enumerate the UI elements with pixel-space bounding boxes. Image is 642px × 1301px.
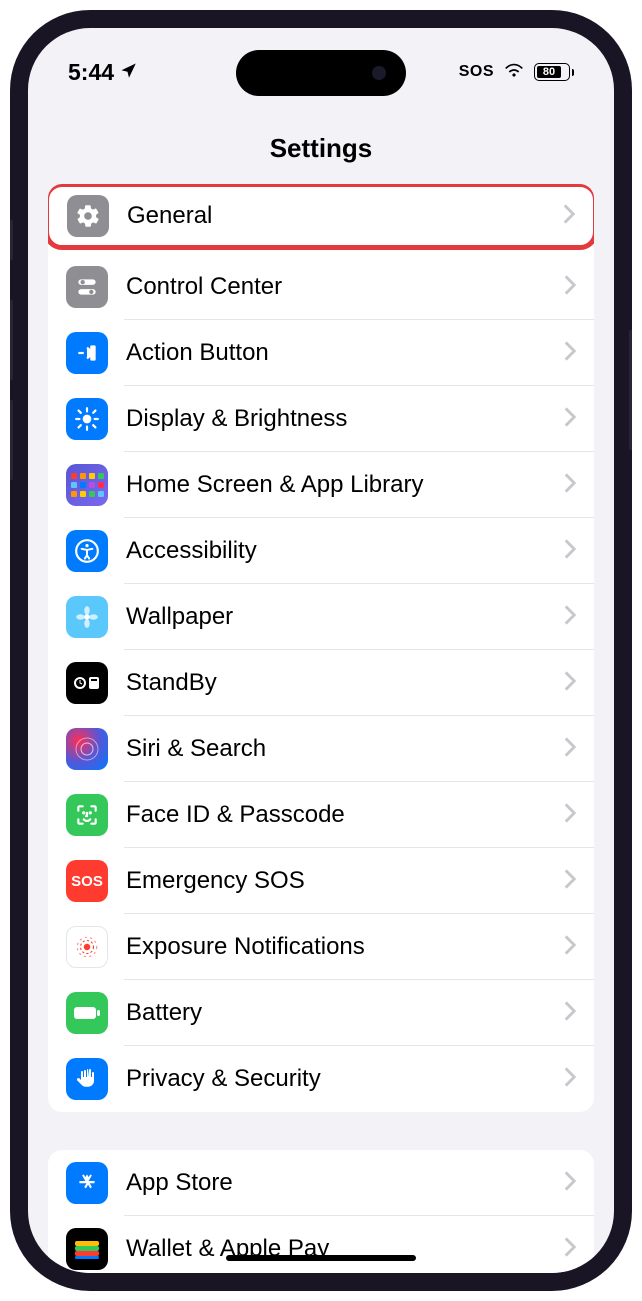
settings-row-standby[interactable]: StandBy [48,650,594,716]
status-time: 5:44 [68,59,114,86]
brightness-icon [66,398,108,440]
chevron-right-icon [564,1237,576,1262]
row-label: Siri & Search [126,735,546,763]
page-header: Settings [28,98,614,184]
chevron-right-icon [564,737,576,762]
sliders-icon [66,266,108,308]
chevron-right-icon [564,1067,576,1092]
row-label: Emergency SOS [126,867,546,895]
battery-percent: 80 [543,66,555,78]
sos-indicator: SOS [459,63,494,81]
chevron-right-icon [564,671,576,696]
gear-icon [67,195,109,237]
settings-row-battery[interactable]: Battery [48,980,594,1046]
flower-icon [66,596,108,638]
action-button-icon [66,332,108,374]
accessibility-icon [66,530,108,572]
settings-row-emergency-sos[interactable]: SOS Emergency SOS [48,848,594,914]
chevron-right-icon [564,869,576,894]
page-title: Settings [28,133,614,164]
battery-indicator: 80 [534,63,574,81]
chevron-right-icon [563,204,575,229]
row-label: Home Screen & App Library [126,471,546,499]
row-label: Display & Brightness [126,405,546,433]
settings-row-exposure-notifications[interactable]: Exposure Notifications [48,914,594,980]
dynamic-island [236,50,406,96]
settings-group: General Control Center [48,184,594,1112]
status-right: SOS 80 [459,60,574,85]
settings-row-accessibility[interactable]: Accessibility [48,518,594,584]
wifi-icon [502,60,526,85]
app-grid-icon [66,464,108,506]
location-arrow-icon [120,59,138,86]
row-label: Exposure Notifications [126,933,546,961]
settings-row-wallet-apple-pay[interactable]: Wallet & Apple Pay [48,1216,594,1273]
settings-content: General Control Center [28,184,614,1273]
settings-row-wallpaper[interactable]: Wallpaper [48,584,594,650]
row-label: Battery [126,999,546,1027]
row-label: Action Button [126,339,546,367]
status-left: 5:44 [68,59,138,86]
clock-widget-icon [66,662,108,704]
row-label: Control Center [126,273,546,301]
row-label: StandBy [126,669,546,697]
exposure-icon [66,926,108,968]
settings-row-action-button[interactable]: Action Button [48,320,594,386]
chevron-right-icon [564,1001,576,1026]
chevron-right-icon [564,275,576,300]
chevron-right-icon [564,1171,576,1196]
settings-row-faceid-passcode[interactable]: Face ID & Passcode [48,782,594,848]
settings-row-control-center[interactable]: Control Center [48,254,594,320]
row-label: App Store [126,1169,546,1197]
side-button [10,400,13,480]
settings-row-general[interactable]: General [48,184,594,250]
wallet-icon [66,1228,108,1270]
chevron-right-icon [564,341,576,366]
faceid-icon [66,794,108,836]
battery-icon [66,992,108,1034]
appstore-icon [66,1162,108,1204]
chevron-right-icon [564,539,576,564]
siri-icon [66,728,108,770]
hand-icon [66,1058,108,1100]
chevron-right-icon [564,473,576,498]
phone-screen: 5:44 SOS 80 [28,28,614,1273]
sos-icon: SOS [66,860,108,902]
row-label: Privacy & Security [126,1065,546,1093]
side-button [10,300,13,380]
row-label: Accessibility [126,537,546,565]
chevron-right-icon [564,803,576,828]
row-label: Wallpaper [126,603,546,631]
settings-row-home-screen[interactable]: Home Screen & App Library [48,452,594,518]
settings-row-siri-search[interactable]: Siri & Search [48,716,594,782]
row-label: General [127,202,545,230]
chevron-right-icon [564,605,576,630]
phone-frame: 5:44 SOS 80 [10,10,632,1291]
settings-row-display-brightness[interactable]: Display & Brightness [48,386,594,452]
chevron-right-icon [564,935,576,960]
side-button [629,330,632,450]
row-label: Face ID & Passcode [126,801,546,829]
side-button [10,220,13,260]
settings-row-privacy-security[interactable]: Privacy & Security [48,1046,594,1112]
chevron-right-icon [564,407,576,432]
settings-row-app-store[interactable]: App Store [48,1150,594,1216]
home-indicator[interactable] [226,1255,416,1261]
